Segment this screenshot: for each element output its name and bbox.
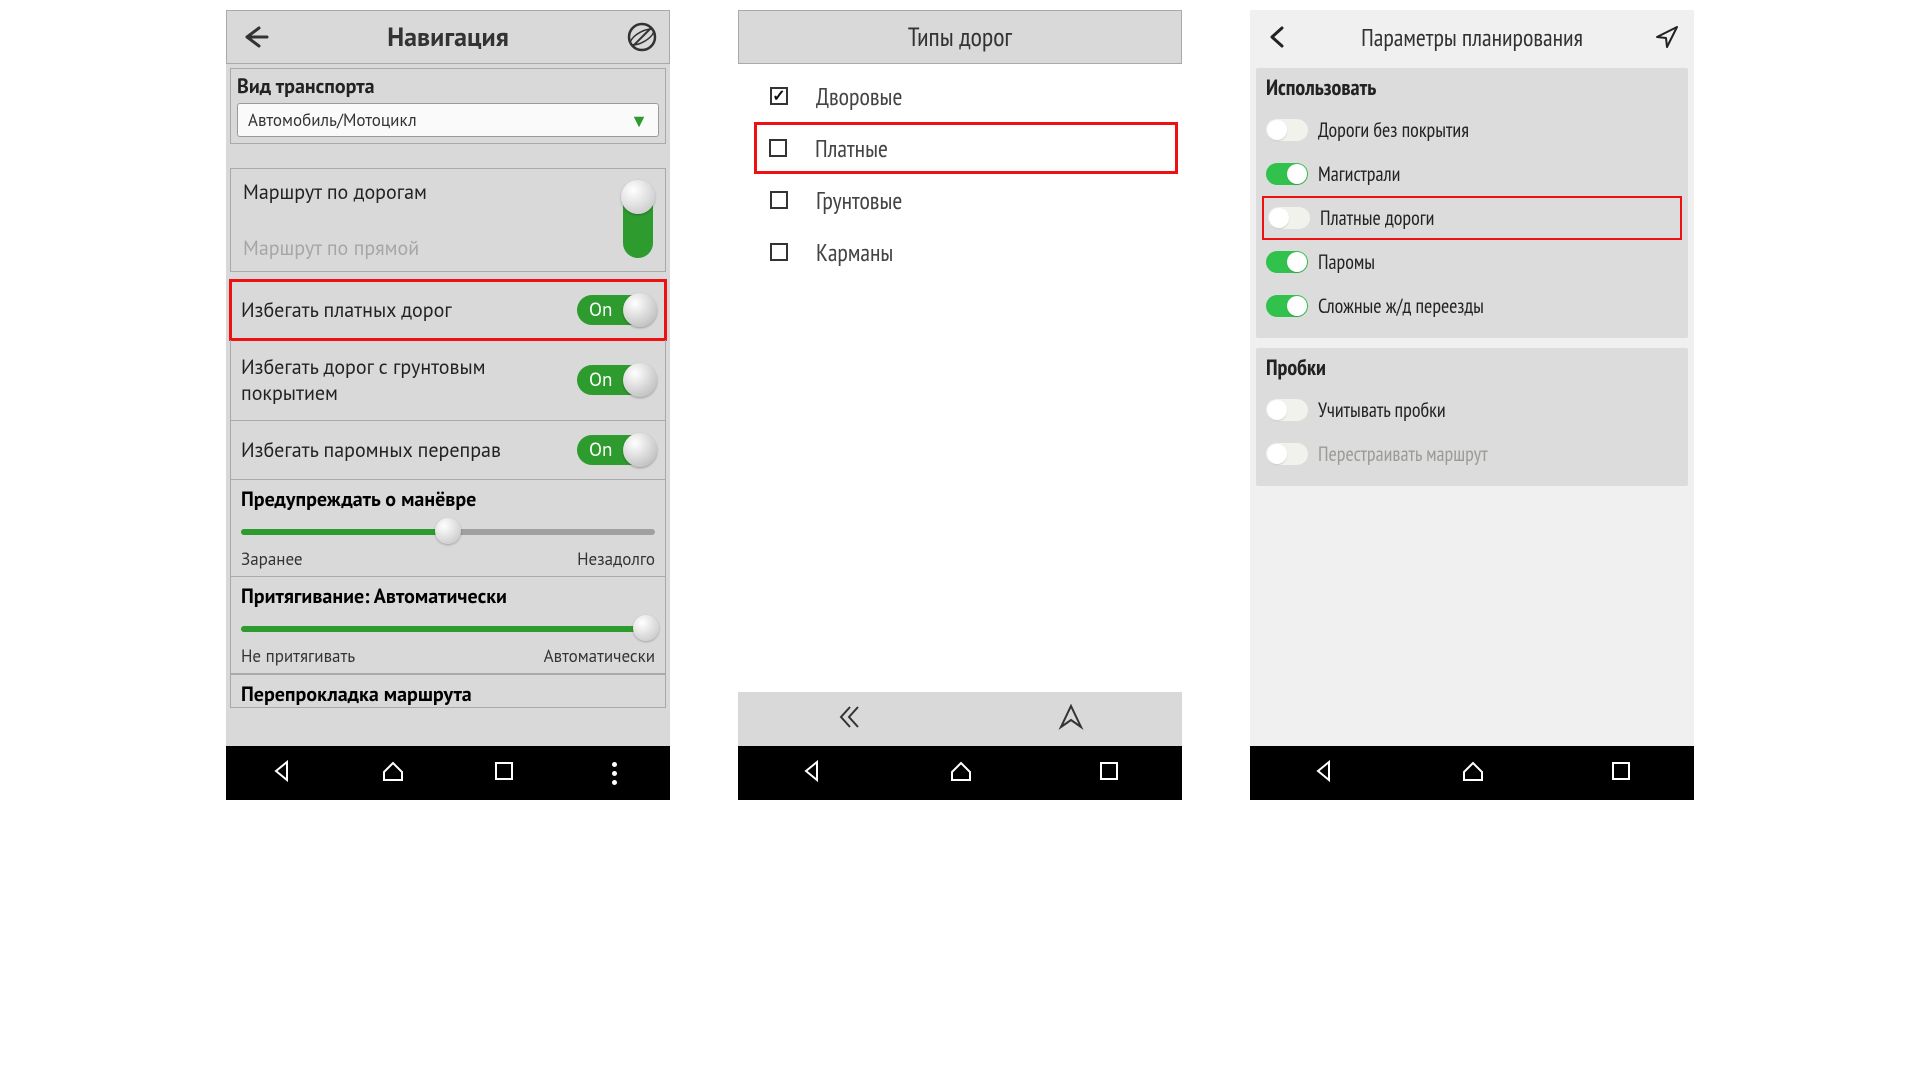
checkbox-icon[interactable] <box>770 191 788 209</box>
routing-option-row[interactable]: Дороги без покрытия <box>1266 108 1678 152</box>
routing-option-label: Паромы <box>1318 249 1375 275</box>
road-type-label: Дворовые <box>816 81 902 112</box>
page-title: Параметры планирования <box>1294 22 1650 53</box>
toggle-switch[interactable] <box>1266 251 1308 273</box>
routing-option-label: Учитывать пробки <box>1318 397 1446 423</box>
compass-icon[interactable] <box>625 20 659 54</box>
road-type-label: Платные <box>815 133 888 164</box>
road-type-label: Грунтовые <box>816 185 902 216</box>
navigate-icon[interactable] <box>1650 20 1684 54</box>
transport-select[interactable]: Автомобиль/Мотоцикл ▼ <box>237 103 659 137</box>
nav-home-icon[interactable] <box>948 758 974 789</box>
routing-option-row[interactable]: Сложные ж/д переезды <box>1266 284 1678 328</box>
go-first-icon[interactable] <box>833 701 865 738</box>
page-title: Типы дорог <box>749 21 1171 54</box>
transport-value: Автомобиль/Мотоцикл <box>248 109 417 131</box>
snap-left-label: Не притягивать <box>241 645 355 667</box>
warn-left-label: Заранее <box>241 548 303 570</box>
routing-option-label: Платные дороги <box>1320 205 1434 231</box>
road-type-row[interactable]: Грунтовые <box>738 174 1182 226</box>
nav-back-icon[interactable] <box>799 758 825 789</box>
avoid-ferry-label: Избегать паромных переправ <box>241 437 577 463</box>
road-type-row[interactable]: Карманы <box>738 226 1182 278</box>
toggle-switch[interactable] <box>1266 295 1308 317</box>
route-straight-label: Маршрут по прямой <box>243 235 623 261</box>
app-bottom-bar <box>738 692 1182 746</box>
routing-option-row[interactable]: Магистрали <box>1266 152 1678 196</box>
snap-title: Притягивание: Автоматически <box>241 583 655 609</box>
android-navbar <box>226 746 670 800</box>
warn-right-label: Незадолго <box>577 548 655 570</box>
toggle-switch[interactable] <box>1266 119 1308 141</box>
routing-option-label: Магистрали <box>1318 161 1400 187</box>
nav-menu-icon[interactable] <box>601 762 627 785</box>
routing-option-row[interactable]: Учитывать пробки <box>1266 388 1678 432</box>
toggle-switch[interactable] <box>1266 399 1308 421</box>
avoid-toll-row: Избегать платных дорог On <box>230 280 666 340</box>
nav-recent-icon[interactable] <box>1609 759 1633 788</box>
snap-block: Притягивание: Автоматически Не притягива… <box>230 577 666 674</box>
route-by-roads-label: Маршрут по дорогам <box>243 179 623 205</box>
avoid-dirt-label: Избегать дорог с грунтовым покрытием <box>241 354 577 406</box>
road-type-row[interactable]: Дворовые <box>738 70 1182 122</box>
avoid-dirt-row: Избегать дорог с грунтовым покрытием On <box>230 340 666 421</box>
warn-block: Предупреждать о манёвре Заранее Незадолг… <box>230 480 666 577</box>
toggle-switch[interactable] <box>1266 163 1308 185</box>
route-mode-row: Маршрут по дорогам Маршрут по прямой <box>230 168 666 272</box>
android-navbar <box>1250 746 1694 800</box>
routing-body: Использовать Дороги без покрытия Магистра… <box>1250 64 1694 746</box>
back-arrow-icon[interactable] <box>237 20 271 54</box>
transport-field: Вид транспорта Автомобиль/Мотоцикл ▼ <box>230 68 666 144</box>
nav-back-icon[interactable] <box>269 758 295 789</box>
routing-option-row[interactable]: Паромы <box>1266 240 1678 284</box>
road-types-body: Дворовые Платные Грунтовые Карманы <box>738 64 1182 746</box>
group-use-title: Использовать <box>1266 74 1678 102</box>
group-traffic: Пробки Учитывать пробки Перестраивать мар… <box>1256 348 1688 486</box>
nav-back-icon[interactable] <box>1311 758 1337 789</box>
avoid-ferry-toggle[interactable]: On <box>577 435 655 465</box>
header: Навигация <box>226 10 670 64</box>
routing-option-label: Перестраивать маршрут <box>1318 441 1488 467</box>
warn-title: Предупреждать о манёвре <box>241 486 655 512</box>
header: Параметры планирования <box>1250 10 1694 64</box>
chevron-down-icon: ▼ <box>630 109 648 132</box>
checkbox-icon[interactable] <box>770 243 788 261</box>
avoid-toll-toggle[interactable]: On <box>577 295 655 325</box>
nav-recent-icon[interactable] <box>492 759 516 788</box>
avoid-dirt-toggle[interactable]: On <box>577 365 655 395</box>
toggle-switch <box>1266 443 1308 465</box>
reroute-title: Перепрокладка маршрута <box>230 674 666 708</box>
avoid-ferry-row: Избегать паромных переправ On <box>230 421 666 480</box>
road-types-list: Дворовые Платные Грунтовые Карманы <box>738 70 1182 692</box>
settings-body: Вид транспорта Автомобиль/Мотоцикл ▼ Мар… <box>226 64 670 746</box>
android-navbar <box>738 746 1182 800</box>
routing-option-label: Сложные ж/д переезды <box>1318 293 1484 319</box>
routing-option-row[interactable]: Платные дороги <box>1262 196 1682 240</box>
toggle-switch[interactable] <box>1268 207 1310 229</box>
road-type-label: Карманы <box>816 237 893 268</box>
screen-navigation: Навигация Вид транспорта Автомобиль/Мото… <box>226 10 670 800</box>
checkbox-icon[interactable] <box>769 139 787 157</box>
snap-right-label: Автоматически <box>544 645 655 667</box>
routing-option-label: Дороги без покрытия <box>1318 117 1469 143</box>
warn-slider[interactable] <box>241 518 655 544</box>
header: Типы дорог <box>738 10 1182 64</box>
screen-routing-params: Параметры планирования Использовать Доро… <box>1250 10 1694 800</box>
avoid-toll-label: Избегать платных дорог <box>241 297 577 323</box>
page-title: Навигация <box>271 21 625 54</box>
snap-slider[interactable] <box>241 615 655 641</box>
nav-home-icon[interactable] <box>380 758 406 789</box>
navigate-up-icon[interactable] <box>1055 701 1087 738</box>
transport-label: Вид транспорта <box>237 73 659 99</box>
group-use: Использовать Дороги без покрытия Магистра… <box>1256 68 1688 338</box>
nav-home-icon[interactable] <box>1460 758 1486 789</box>
group-traffic-title: Пробки <box>1266 354 1678 382</box>
road-type-row[interactable]: Платные <box>754 122 1178 174</box>
back-chevron-icon[interactable] <box>1260 20 1294 54</box>
routing-option-row: Перестраивать маршрут <box>1266 432 1678 476</box>
screen-road-types: Типы дорог Дворовые Платные Грунтовые Карма… <box>738 10 1182 800</box>
route-mode-toggle[interactable] <box>623 182 653 258</box>
nav-recent-icon[interactable] <box>1097 759 1121 788</box>
checkbox-icon[interactable] <box>770 87 788 105</box>
